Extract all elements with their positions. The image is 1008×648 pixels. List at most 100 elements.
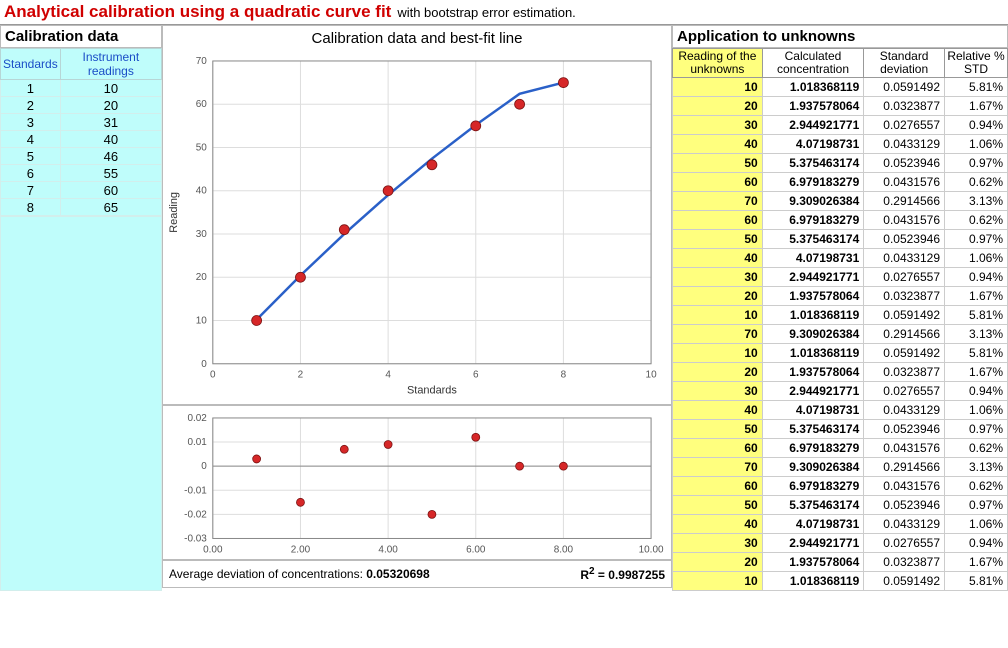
svg-text:30: 30 <box>196 229 208 240</box>
svg-text:10.00: 10.00 <box>639 544 664 555</box>
unk-reading[interactable]: 60 <box>673 211 763 230</box>
unk-row: 302.9449217710.02765570.94% <box>673 534 1008 553</box>
unk-reading[interactable]: 70 <box>673 192 763 211</box>
unk-rel: 1.06% <box>945 515 1008 534</box>
unk-row: 709.3090263840.29145663.13% <box>673 458 1008 477</box>
unk-rel: 0.97% <box>945 496 1008 515</box>
unk-reading[interactable]: 20 <box>673 553 763 572</box>
unk-row: 606.9791832790.04315760.62% <box>673 439 1008 458</box>
calib-read[interactable]: 60 <box>60 182 161 199</box>
stats-row: Average deviation of concentrations: 0.0… <box>162 560 672 588</box>
svg-text:70: 70 <box>196 56 208 67</box>
svg-text:4.00: 4.00 <box>378 544 398 555</box>
unk-row: 505.3754631740.05239460.97% <box>673 496 1008 515</box>
unk-reading[interactable]: 50 <box>673 420 763 439</box>
calib-std[interactable]: 7 <box>1 182 61 199</box>
unk-row: 201.9375780640.03238771.67% <box>673 553 1008 572</box>
unk-reading[interactable]: 40 <box>673 515 763 534</box>
unk-rel: 1.06% <box>945 135 1008 154</box>
unk-rel: 3.13% <box>945 325 1008 344</box>
unk-conc: 1.937578064 <box>762 287 864 306</box>
unk-rel: 5.81% <box>945 344 1008 363</box>
unk-rel: 0.97% <box>945 420 1008 439</box>
calib-std[interactable]: 4 <box>1 131 61 148</box>
unk-reading[interactable]: 30 <box>673 268 763 287</box>
unk-row: 404.071987310.04331291.06% <box>673 135 1008 154</box>
unk-row: 302.9449217710.02765570.94% <box>673 116 1008 135</box>
calib-read[interactable]: 65 <box>60 199 161 216</box>
calib-read[interactable]: 31 <box>60 114 161 131</box>
main-chart: Calibration data and best-fit line 01020… <box>162 25 672 405</box>
calib-row: 760 <box>1 182 162 199</box>
calib-row: 220 <box>1 97 162 114</box>
unk-reading[interactable]: 10 <box>673 306 763 325</box>
unk-rel: 0.62% <box>945 439 1008 458</box>
calib-std[interactable]: 1 <box>1 80 61 97</box>
unk-reading[interactable]: 40 <box>673 401 763 420</box>
unk-reading[interactable]: 70 <box>673 458 763 477</box>
calib-row: 110 <box>1 80 162 97</box>
unk-reading[interactable]: 50 <box>673 230 763 249</box>
unk-reading[interactable]: 60 <box>673 173 763 192</box>
unk-conc: 6.979183279 <box>762 173 864 192</box>
unk-sd: 0.0276557 <box>864 534 945 553</box>
unk-rel: 0.94% <box>945 534 1008 553</box>
unk-row: 709.3090263840.29145663.13% <box>673 325 1008 344</box>
unk-col-reading: Reading of the unknowns <box>673 49 763 78</box>
unk-sd: 0.2914566 <box>864 192 945 211</box>
calib-read[interactable]: 55 <box>60 165 161 182</box>
unk-conc: 2.944921771 <box>762 382 864 401</box>
unk-sd: 0.0431576 <box>864 211 945 230</box>
unk-reading[interactable]: 60 <box>673 439 763 458</box>
svg-text:6.00: 6.00 <box>466 544 486 555</box>
unk-reading[interactable]: 20 <box>673 287 763 306</box>
unk-rel: 3.13% <box>945 192 1008 211</box>
unk-conc: 6.979183279 <box>762 439 864 458</box>
unk-rel: 1.67% <box>945 363 1008 382</box>
unk-reading[interactable]: 20 <box>673 363 763 382</box>
unk-reading[interactable]: 10 <box>673 572 763 591</box>
unk-reading[interactable]: 10 <box>673 78 763 97</box>
calib-header: Calibration data <box>0 25 162 48</box>
unk-reading[interactable]: 40 <box>673 135 763 154</box>
unk-reading[interactable]: 40 <box>673 249 763 268</box>
unk-sd: 0.0433129 <box>864 135 945 154</box>
unk-reading[interactable]: 50 <box>673 496 763 515</box>
calib-std[interactable]: 5 <box>1 148 61 165</box>
unk-sd: 0.0591492 <box>864 572 945 591</box>
unk-sd: 0.0431576 <box>864 173 945 192</box>
svg-text:2: 2 <box>298 370 304 381</box>
unk-reading[interactable]: 20 <box>673 97 763 116</box>
unk-reading[interactable]: 60 <box>673 477 763 496</box>
calib-row: 865 <box>1 199 162 216</box>
calib-read[interactable]: 20 <box>60 97 161 114</box>
unk-conc: 2.944921771 <box>762 534 864 553</box>
calib-std[interactable]: 3 <box>1 114 61 131</box>
unk-row: 505.3754631740.05239460.97% <box>673 420 1008 439</box>
unk-rel: 0.94% <box>945 268 1008 287</box>
calib-std[interactable]: 2 <box>1 97 61 114</box>
unk-reading[interactable]: 30 <box>673 116 763 135</box>
unk-conc: 9.309026384 <box>762 192 864 211</box>
unk-sd: 0.0523946 <box>864 496 945 515</box>
unk-rel: 5.81% <box>945 306 1008 325</box>
unk-reading[interactable]: 10 <box>673 344 763 363</box>
unk-reading[interactable]: 70 <box>673 325 763 344</box>
calib-read[interactable]: 46 <box>60 148 161 165</box>
calib-std[interactable]: 6 <box>1 165 61 182</box>
unk-reading[interactable]: 30 <box>673 382 763 401</box>
unk-conc: 6.979183279 <box>762 477 864 496</box>
residual-chart: -0.03-0.02-0.0100.010.020.002.004.006.00… <box>162 405 672 560</box>
unk-rel: 0.62% <box>945 477 1008 496</box>
unk-conc: 2.944921771 <box>762 268 864 287</box>
calib-read[interactable]: 10 <box>60 80 161 97</box>
unk-reading[interactable]: 30 <box>673 534 763 553</box>
avg-dev-label: Average deviation of concentrations: <box>169 567 363 581</box>
calib-read[interactable]: 40 <box>60 131 161 148</box>
unk-rel: 0.62% <box>945 211 1008 230</box>
svg-text:2.00: 2.00 <box>291 544 311 555</box>
unk-rel: 1.06% <box>945 401 1008 420</box>
calib-std[interactable]: 8 <box>1 199 61 216</box>
unk-reading[interactable]: 50 <box>673 154 763 173</box>
unk-row: 201.9375780640.03238771.67% <box>673 97 1008 116</box>
